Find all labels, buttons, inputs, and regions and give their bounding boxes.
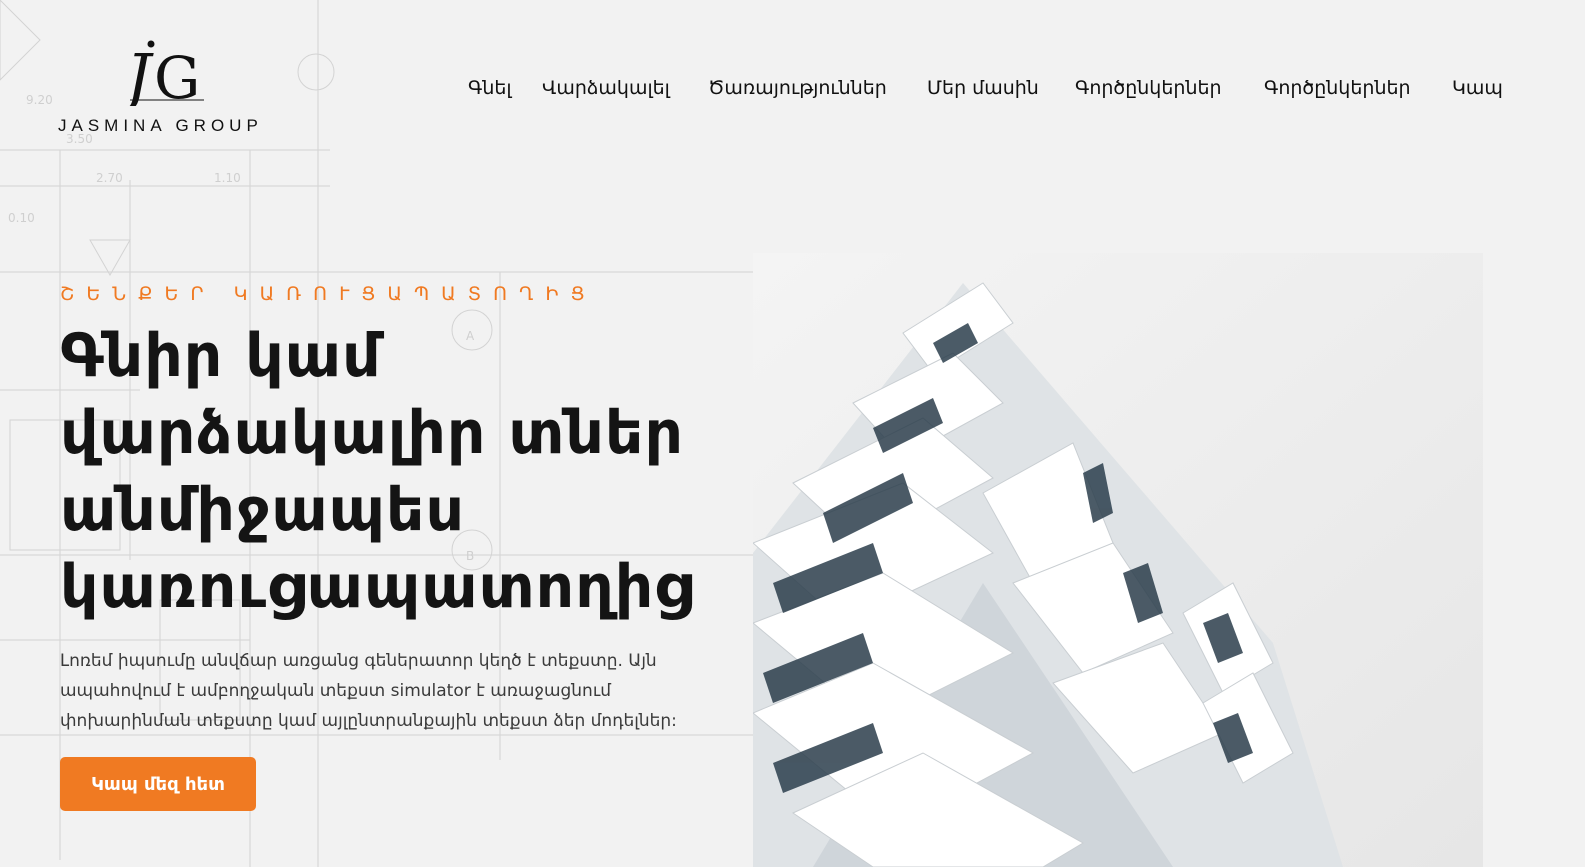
- nav-item-rent[interactable]: Վարձակալել: [542, 74, 670, 102]
- nav-item-about[interactable]: Մեր մասին: [927, 74, 1039, 102]
- nav-item-contact[interactable]: Կապ: [1452, 74, 1503, 102]
- hero-description: Լոռեմ իպսումը անվճար առցանց գեներատոր կե…: [60, 646, 740, 736]
- hero-title: Գնիր կամ վարձակալիր տներ անմիջապես կառու…: [60, 318, 750, 626]
- nav-item-partners-2[interactable]: Գործընկերներ: [1264, 74, 1411, 102]
- hero-eyebrow: ՇԵՆՔԵՐ ԿԱՌՈՒՑԱՊԱՏՈՂԻՑ: [60, 283, 597, 305]
- svg-text:1.10: 1.10: [214, 171, 241, 185]
- hero-title-line: վարձակալիր տներ: [60, 398, 684, 468]
- hero-description-line: Լոռեմ իպսումը անվճար առցանց գեներատոր կե…: [60, 651, 657, 671]
- brand-name: JASMINA GROUP: [58, 116, 263, 135]
- building-illustration: [753, 253, 1483, 867]
- main-navigation: Գնել Վարձակալել Ծառայություններ Մեր մասի…: [0, 74, 1585, 102]
- hero-title-line: անմիջապես: [60, 475, 466, 545]
- hero-description-line: փոխարինման տեքստը կամ այլընտրանքային տեք…: [60, 711, 677, 731]
- svg-text:2.70: 2.70: [96, 171, 123, 185]
- nav-item-buy[interactable]: Գնել: [468, 74, 512, 102]
- building-photo: [753, 253, 1483, 867]
- hero-description-line: ապահովում է ամբողջական տեքստ simulator է…: [60, 681, 611, 701]
- hero-title-line: կառուցապատողից: [60, 552, 694, 622]
- nav-item-services[interactable]: Ծառայություններ: [708, 74, 887, 102]
- contact-us-button[interactable]: Կապ մեզ հետ: [60, 757, 256, 811]
- svg-text:0.10: 0.10: [8, 211, 35, 225]
- nav-item-partners[interactable]: Գործընկերներ: [1075, 74, 1222, 102]
- hero-title-line: Գնիր կամ: [60, 321, 382, 391]
